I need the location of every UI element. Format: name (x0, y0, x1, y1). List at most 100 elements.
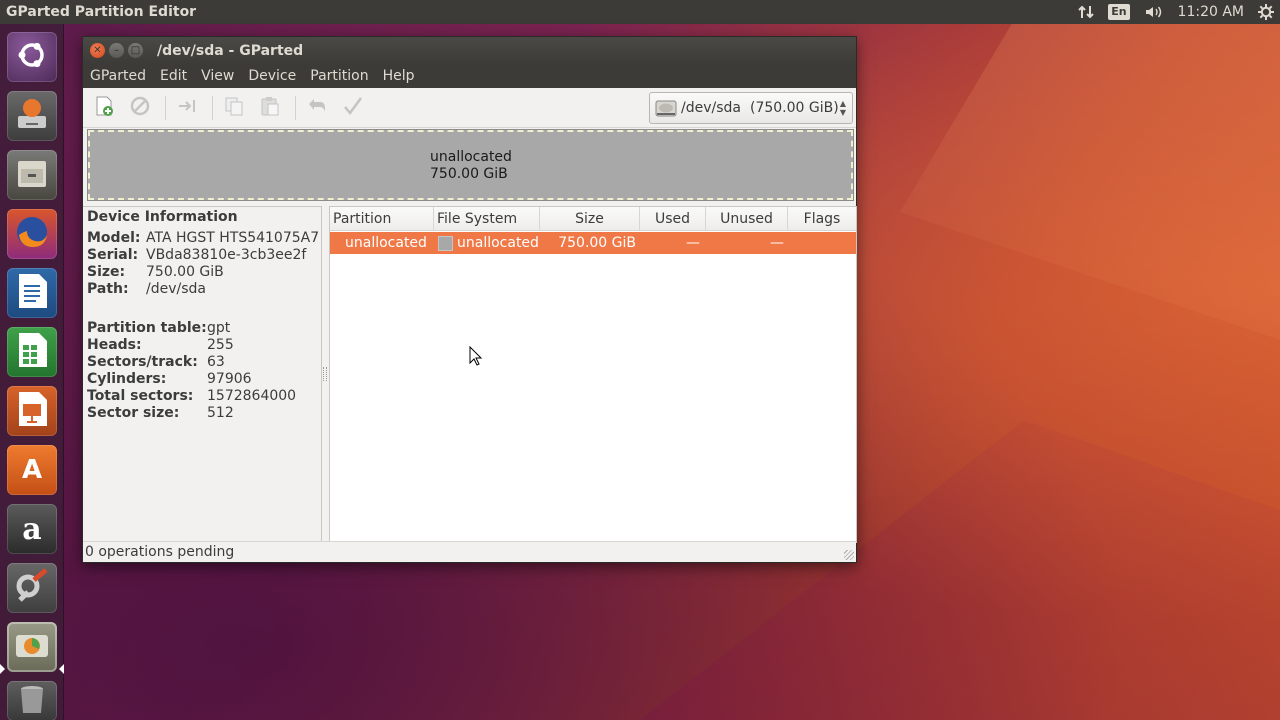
info-value: VBda83810e-3cb3ee2f (146, 247, 307, 263)
delete-partition-button[interactable] (127, 95, 153, 121)
toolbar-separator (295, 95, 296, 120)
info-value: gpt (207, 320, 231, 336)
apply-button[interactable] (340, 95, 366, 121)
keyboard-layout-indicator[interactable]: En (1108, 4, 1130, 20)
gparted-window: ✕ – □ /dev/sda - GParted GParted Edit Vi… (82, 36, 857, 563)
column-header-size[interactable]: Size (540, 207, 640, 230)
device-information-pane: Device Information Model: ATA HGST HTS541… (83, 206, 322, 543)
launcher-focused-indicator (59, 664, 64, 674)
info-row-sector-size: Sector size: 512 (87, 405, 321, 422)
calc-icon (15, 331, 49, 373)
menu-gparted[interactable]: GParted (83, 64, 153, 88)
info-value: /dev/sda (146, 281, 206, 297)
cell-used: — (686, 235, 700, 251)
launcher-system-settings[interactable] (7, 563, 57, 613)
info-value: 1572864000 (207, 388, 297, 404)
device-selector-path: /dev/sda (681, 100, 741, 116)
window-maximize-button[interactable]: □ (128, 43, 143, 58)
info-row-heads: Heads: 255 (87, 337, 321, 354)
clock[interactable]: 11:20 AM (1178, 4, 1244, 20)
info-row-sectors-track: Sectors/track: 63 (87, 354, 321, 371)
column-header-used[interactable]: Used (640, 207, 706, 230)
table-header: Partition File System Size Used Unused F… (330, 207, 856, 231)
menu-help[interactable]: Help (376, 64, 422, 88)
info-value: 255 (207, 337, 234, 353)
settings-icon (12, 566, 52, 610)
file-system-color-swatch (438, 235, 453, 251)
menu-partition[interactable]: Partition (303, 64, 375, 88)
info-value: 750.00 GiB (146, 264, 224, 280)
resize-move-button[interactable] (174, 95, 200, 121)
undo-button[interactable] (304, 95, 330, 121)
device-selector[interactable]: /dev/sda (750.00 GiB) ▲ ▼ (649, 92, 853, 124)
paste-button[interactable] (257, 95, 283, 121)
menu-view[interactable]: View (194, 64, 241, 88)
window-minimize-button[interactable]: – (109, 43, 124, 58)
software-center-icon: A (21, 455, 43, 485)
launcher-calc[interactable] (7, 327, 57, 377)
copy-icon (223, 95, 245, 121)
info-key: Cylinders: (87, 371, 167, 387)
info-key: Path: (87, 281, 129, 297)
launcher-writer[interactable] (7, 268, 57, 318)
network-icon[interactable] (1078, 4, 1094, 20)
window-resize-grip[interactable] (844, 550, 854, 560)
disk-graphic-unallocated[interactable]: unallocated 750.00 GiB (87, 129, 854, 201)
trash-icon (17, 683, 47, 719)
column-header-partition[interactable]: Partition (330, 207, 434, 230)
operations-pending-text: 0 operations pending (85, 544, 235, 560)
table-row[interactable]: unallocated unallocated 750.00 GiB — — (330, 232, 856, 254)
spin-arrows-icon: ▲ ▼ (839, 99, 846, 117)
column-header-flags[interactable]: Flags (788, 207, 856, 230)
info-row-size: Size: 750.00 GiB (87, 264, 321, 281)
window-close-button[interactable]: ✕ (90, 43, 105, 58)
window-titlebar[interactable]: ✕ – □ /dev/sda - GParted (83, 37, 856, 64)
toolbar-separator (212, 95, 213, 120)
launcher: A a (0, 24, 64, 720)
info-row-cylinders: Cylinders: 97906 (87, 371, 321, 388)
cell-flags (788, 232, 856, 254)
cell-file-system-text: unallocated (457, 235, 539, 251)
cell-partition: unallocated (345, 235, 427, 251)
column-header-unused[interactable]: Unused (706, 207, 788, 230)
info-value: ATA HGST HTS541075A7 (146, 230, 320, 246)
launcher-software-center[interactable]: A (7, 445, 57, 495)
undo-icon (306, 95, 328, 121)
installer-icon (12, 94, 52, 138)
writer-icon (15, 272, 49, 314)
launcher-amazon[interactable]: a (7, 504, 57, 554)
new-document-icon (93, 95, 115, 121)
dash-button[interactable] (7, 32, 57, 82)
paste-icon (259, 95, 281, 121)
system-gear-icon[interactable] (1258, 4, 1274, 20)
menu-device[interactable]: Device (241, 64, 303, 88)
status-bar: 0 operations pending (83, 541, 856, 562)
sound-icon[interactable] (1144, 4, 1164, 20)
cell-size: 750.00 GiB (558, 235, 636, 251)
launcher-impress[interactable] (7, 386, 57, 436)
toolbar: /dev/sda (750.00 GiB) ▲ ▼ (83, 88, 856, 128)
indicator-area: En 11:20 AM (1078, 0, 1274, 24)
info-value: 97906 (207, 371, 252, 387)
pane-resize-handle[interactable] (323, 367, 327, 381)
menubar: GParted Edit View Device Partition Help (83, 64, 856, 88)
launcher-firefox[interactable] (7, 209, 57, 259)
close-icon: ✕ (93, 44, 102, 56)
info-value: 512 (207, 405, 234, 421)
window-title: /dev/sda - GParted (157, 42, 304, 59)
launcher-installer[interactable] (7, 91, 57, 141)
column-header-file-system[interactable]: File System (434, 207, 540, 230)
launcher-files[interactable] (7, 150, 57, 200)
copy-button[interactable] (221, 95, 247, 121)
launcher-gparted[interactable] (7, 622, 57, 672)
checkmark-icon (342, 95, 364, 121)
new-partition-button[interactable] (91, 95, 117, 121)
ubuntu-logo-icon (15, 38, 49, 76)
info-key: Sectors/track: (87, 354, 198, 370)
menu-edit[interactable]: Edit (153, 64, 194, 88)
launcher-trash[interactable] (7, 681, 57, 720)
disk-graphic-size: 750.00 GiB (430, 166, 508, 182)
info-row-total-sectors: Total sectors: 1572864000 (87, 388, 321, 405)
info-key: Model: (87, 230, 141, 246)
